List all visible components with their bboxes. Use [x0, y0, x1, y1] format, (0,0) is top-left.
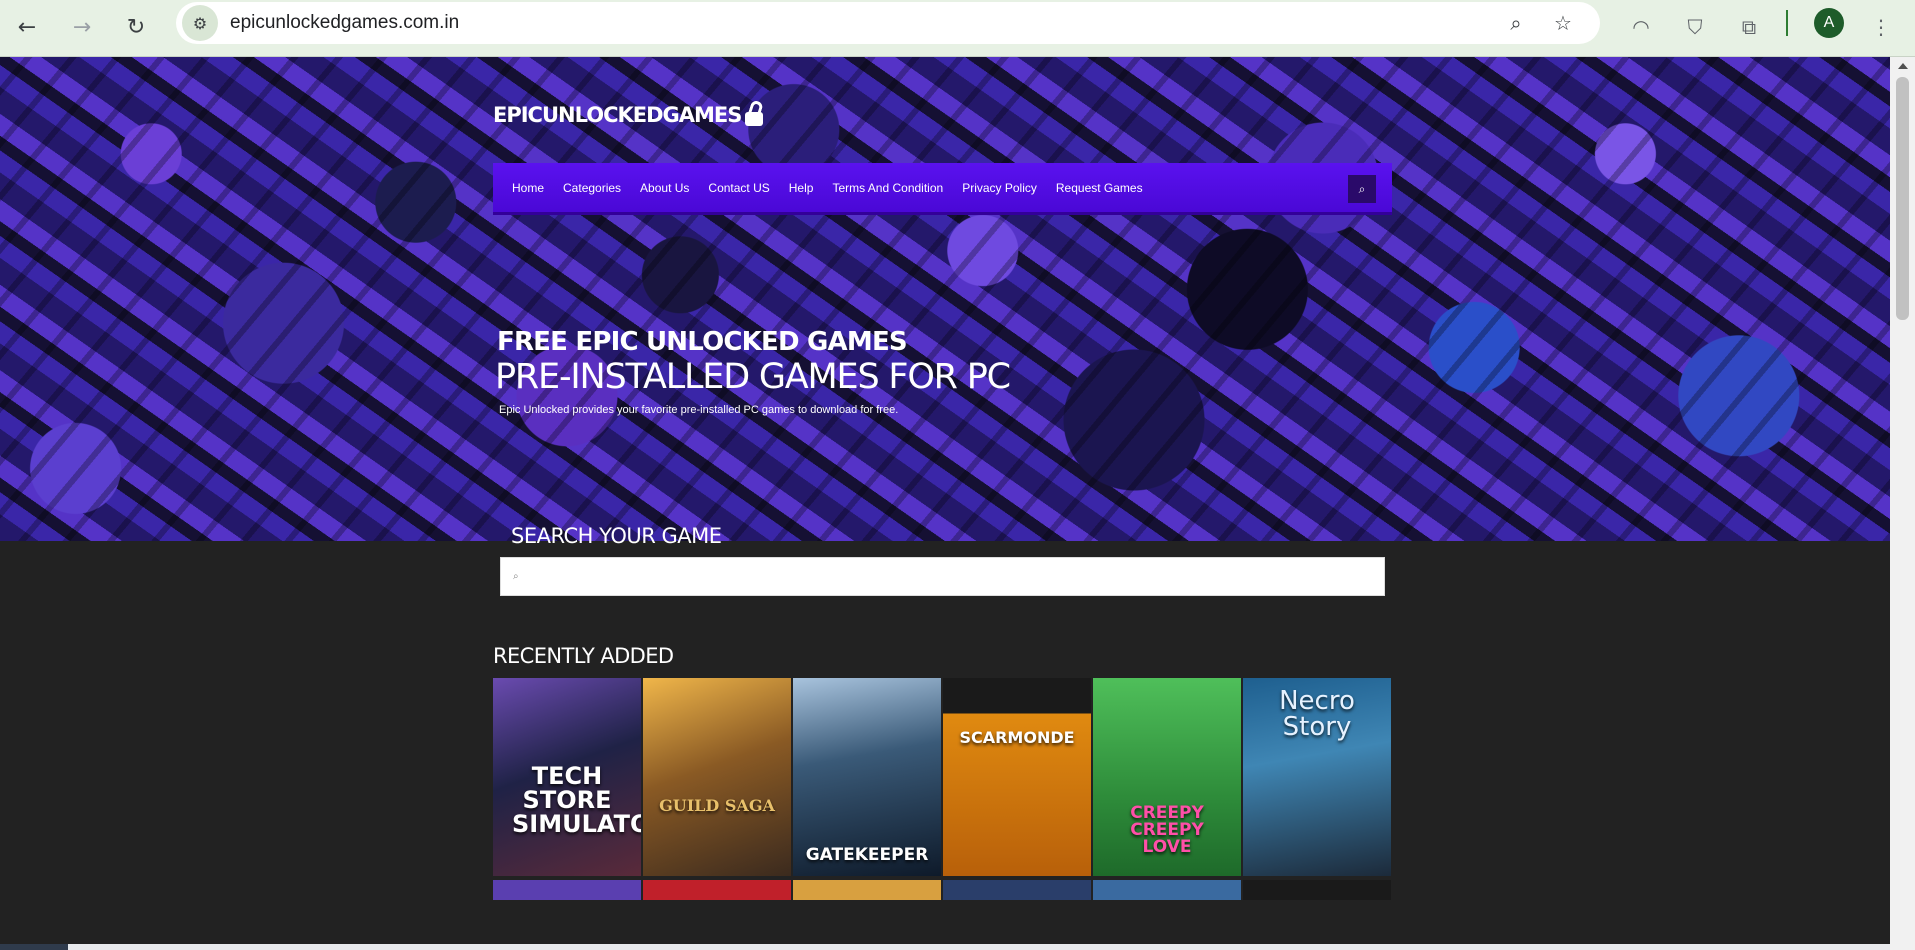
scroll-up-arrow-icon[interactable] [1898, 63, 1908, 69]
game-card[interactable] [943, 880, 1091, 900]
game-card-title: SCARMONDE [959, 728, 1075, 747]
game-card[interactable] [793, 880, 941, 900]
nav-home[interactable]: Home [512, 181, 544, 195]
shield-extension-icon[interactable]: ⛉ [1676, 8, 1714, 46]
search-heading: SEARCH YOUR GAME [511, 524, 722, 548]
scroll-thumb[interactable] [1896, 77, 1909, 320]
unlocked-lock-icon [743, 99, 765, 129]
horizontal-scroll-thumb[interactable] [68, 944, 1890, 950]
toolbar-separator [1786, 10, 1788, 36]
url-text[interactable]: epicunlockedgames.com.in [230, 12, 459, 34]
game-card[interactable]: CREEPY CREEPY LOVE [1093, 678, 1241, 876]
recently-added-heading: RECENTLY ADDED [493, 644, 674, 668]
logo-text: EPICUNLOCKEDGAMES [493, 103, 742, 127]
extensions-puzzle-icon[interactable]: ⧉ [1730, 8, 1768, 46]
game-search-input[interactable] [524, 558, 1384, 595]
reload-icon[interactable]: ↻ [117, 8, 155, 46]
site-logo[interactable]: EPICUNLOCKEDGAMES [493, 99, 765, 129]
page-scrollbar[interactable] [1890, 57, 1915, 950]
game-card[interactable]: TECH STORE SIMULATOR [493, 678, 641, 876]
hero-description: Epic Unlocked provides your favorite pre… [499, 404, 899, 416]
game-card[interactable]: GUILD SAGA [643, 678, 791, 876]
bookmark-star-icon[interactable]: ☆ [1546, 6, 1580, 40]
nav-help[interactable]: Help [789, 181, 814, 195]
search-icon: ⌕ [513, 571, 519, 582]
profile-avatar[interactable]: A [1814, 8, 1844, 38]
zoom-icon[interactable]: ⌕ [1499, 6, 1533, 40]
game-search-box[interactable]: ⌕ [500, 557, 1385, 596]
browser-toolbar: ← → ↻ ⚙ epicunlockedgames.com.in ⌕ ☆ ◠ ⛉… [0, 0, 1915, 56]
web-page: EPICUNLOCKEDGAMES Home Categories About … [0, 57, 1890, 950]
game-card-title: Necro Story [1279, 686, 1355, 742]
extension-icon[interactable]: ◠ [1622, 8, 1660, 46]
hero-subtitle: PRE-INSTALLED GAMES FOR PC [495, 357, 1011, 397]
nav-search-icon[interactable]: ⌕ [1348, 175, 1376, 203]
forward-icon[interactable]: → [63, 8, 101, 46]
hero-title: FREE EPIC UNLOCKED GAMES [497, 327, 908, 357]
nav-privacy-policy[interactable]: Privacy Policy [962, 181, 1037, 195]
main-nav: Home Categories About Us Contact US Help… [493, 163, 1392, 215]
nav-contact-us[interactable]: Contact US [708, 181, 769, 195]
nav-terms[interactable]: Terms And Condition [832, 181, 943, 195]
game-card[interactable]: SCARMONDE [943, 678, 1091, 876]
game-card[interactable]: Necro Story [1243, 678, 1391, 876]
game-card[interactable] [1243, 880, 1391, 900]
game-card[interactable] [493, 880, 641, 900]
game-card-title: GATEKEEPER [805, 845, 929, 865]
horizontal-scrollbar[interactable] [0, 944, 1890, 950]
back-icon[interactable]: ← [8, 8, 46, 46]
site-info-icon[interactable]: ⚙ [182, 5, 218, 41]
recent-games-grid: TECH STORE SIMULATOR GUILD SAGA GATEKEEP… [493, 678, 1393, 876]
hero-banner: EPICUNLOCKEDGAMES Home Categories About … [0, 57, 1890, 541]
menu-kebab-icon[interactable]: ⋮ [1862, 8, 1900, 46]
game-card-title: GUILD SAGA [659, 796, 775, 815]
nav-request-games[interactable]: Request Games [1056, 181, 1143, 195]
game-card[interactable] [1093, 880, 1241, 900]
game-card[interactable]: GATEKEEPER [793, 678, 941, 876]
hero-pattern [0, 57, 1890, 541]
recent-games-row-2 [493, 880, 1393, 900]
address-bar[interactable]: ⚙ epicunlockedgames.com.in ⌕ ☆ [176, 2, 1600, 44]
game-card-title: CREEPY CREEPY LOVE [1130, 803, 1204, 857]
nav-about-us[interactable]: About Us [640, 181, 689, 195]
game-card-title: TECH STORE SIMULATOR [512, 762, 641, 838]
nav-categories[interactable]: Categories [563, 181, 621, 195]
game-card[interactable] [643, 880, 791, 900]
